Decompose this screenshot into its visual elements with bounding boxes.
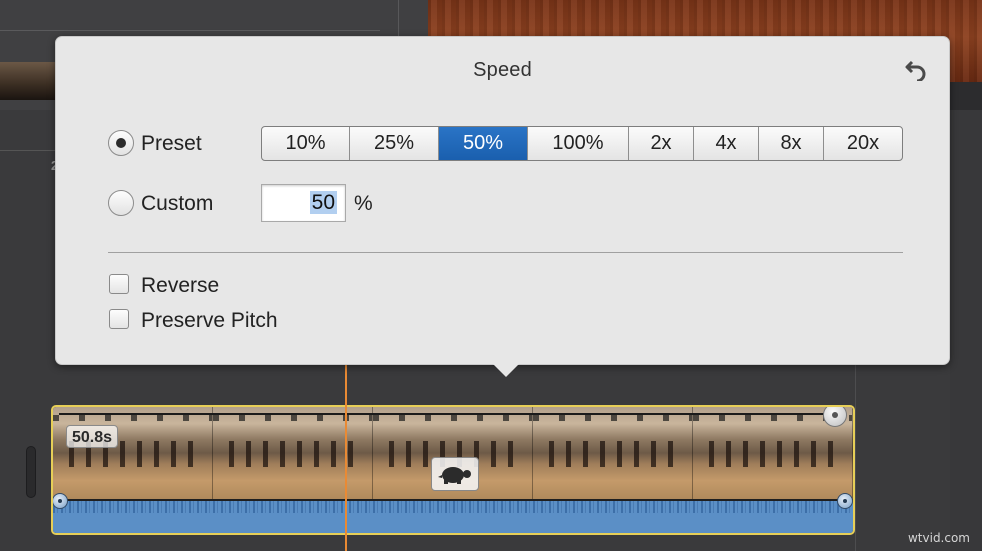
reverse-label[interactable]: Reverse xyxy=(141,274,219,298)
timeline-right-strip xyxy=(950,110,982,551)
watermark: wtvid.com xyxy=(907,531,970,545)
preset-option[interactable]: 2x xyxy=(629,127,694,160)
preset-option-selected[interactable]: 50% xyxy=(439,127,528,160)
timeline-left-handle[interactable] xyxy=(26,446,36,498)
clip-duration-badge: 50.8s xyxy=(66,425,119,448)
fade-in-knob[interactable] xyxy=(53,493,68,509)
speed-popover: Speed Preset 10% 25% 50% 100% 2x 4x 8x 2… xyxy=(55,36,950,377)
preset-option[interactable]: 20x xyxy=(824,127,902,160)
preset-option[interactable]: 10% xyxy=(262,127,350,160)
clip-audio-divider xyxy=(53,499,853,501)
clip-frame xyxy=(533,407,693,499)
preset-label[interactable]: Preset xyxy=(141,132,202,156)
clip-volume-line[interactable] xyxy=(59,413,843,415)
custom-label[interactable]: Custom xyxy=(141,192,213,216)
popover-arrow xyxy=(493,364,519,377)
audio-wave-peaks xyxy=(53,499,853,513)
preserve-pitch-checkbox[interactable] xyxy=(109,309,129,329)
custom-radio[interactable] xyxy=(108,190,134,216)
revert-icon[interactable] xyxy=(904,57,928,81)
fade-out-knob[interactable] xyxy=(837,493,853,509)
clip-audio-waveform xyxy=(53,499,853,533)
clip-frame xyxy=(53,407,213,499)
preset-option[interactable]: 100% xyxy=(528,127,629,160)
separator xyxy=(108,252,903,253)
timeline-ruler xyxy=(0,150,60,151)
custom-speed-value: 50 xyxy=(309,191,337,214)
custom-unit-label: % xyxy=(354,192,373,215)
panel-divider-vertical xyxy=(398,0,399,40)
preset-radio[interactable] xyxy=(108,130,134,156)
clip-frame xyxy=(213,407,373,499)
panel-divider xyxy=(0,30,380,31)
turtle-icon xyxy=(438,467,471,484)
popover-title: Speed xyxy=(473,59,532,81)
preset-option[interactable]: 4x xyxy=(694,127,759,160)
playhead[interactable] xyxy=(345,360,347,551)
preset-option[interactable]: 8x xyxy=(759,127,824,160)
video-clip[interactable]: 50.8s xyxy=(51,405,855,535)
preset-segmented-control[interactable]: 10% 25% 50% 100% 2x 4x 8x 20x xyxy=(261,126,903,161)
preserve-pitch-label[interactable]: Preserve Pitch xyxy=(141,309,278,333)
preset-option[interactable]: 25% xyxy=(350,127,439,160)
slow-motion-badge[interactable] xyxy=(431,457,479,491)
timeline-end-line xyxy=(855,360,856,551)
reverse-checkbox[interactable] xyxy=(109,274,129,294)
library-thumbnail[interactable] xyxy=(0,62,56,100)
custom-speed-input[interactable]: 50 xyxy=(261,184,346,222)
